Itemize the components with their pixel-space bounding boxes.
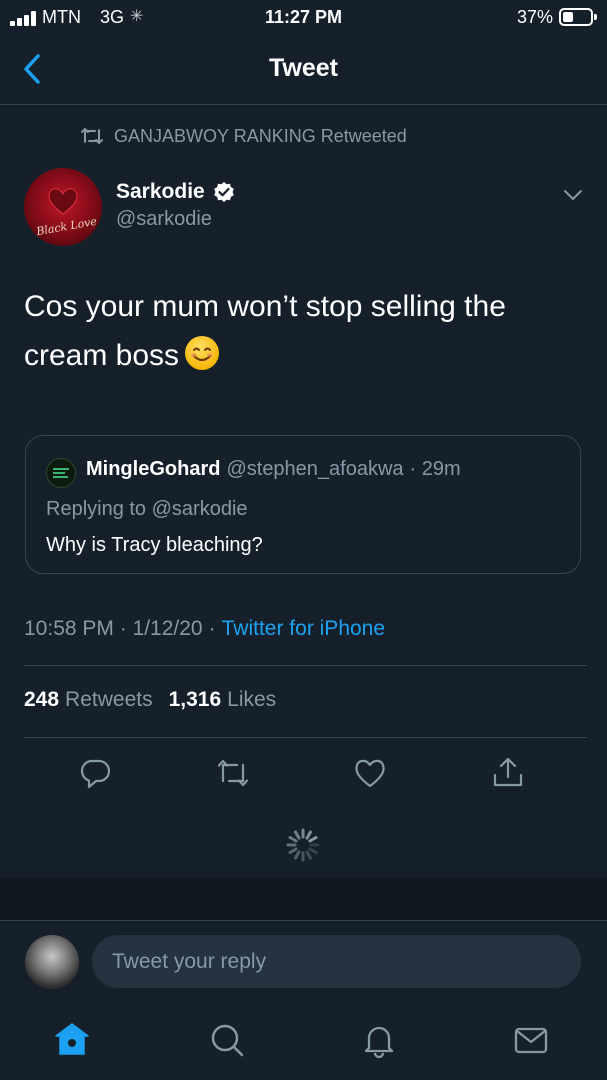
quoted-replying-to: Replying to @sarkodie — [46, 498, 248, 520]
battery-level — [563, 12, 573, 22]
header-divider — [0, 104, 607, 105]
battery-icon — [559, 8, 597, 26]
heart-artwork — [48, 188, 78, 215]
stats-divider — [24, 737, 587, 738]
tweet-stats: 248 Retweets 1,316 Likes — [24, 688, 276, 712]
tweet-source-link[interactable]: Twitter for iPhone — [222, 617, 385, 641]
loading-spinner-icon — [285, 827, 321, 863]
notifications-icon — [364, 1026, 394, 1059]
section-separator — [0, 878, 607, 920]
share-button[interactable] — [490, 755, 526, 791]
tweet-timestamp: 10:58 PM · 1/12/20 — [24, 617, 203, 640]
tweet-text: Cos your mum won’t stop selling the crea… — [24, 282, 584, 380]
share-icon — [493, 757, 523, 787]
quoted-tweet[interactable]: MingleGohard @stephen_afoakwa · 29m Repl… — [25, 435, 581, 574]
home-icon — [55, 1023, 89, 1055]
status-time: 11:27 PM — [264, 7, 343, 27]
messages-icon — [514, 1027, 548, 1054]
tweet-body: Cos your mum won’t stop selling the crea… — [24, 290, 506, 372]
quoted-author-row: MingleGohard @stephen_afoakwa · 29m — [86, 458, 461, 481]
retweets-label[interactable]: Retweets — [65, 688, 153, 712]
retweet-icon — [81, 128, 103, 144]
retweets-count[interactable]: 248 — [24, 688, 59, 712]
tweet-meta: 10:58 PM · 1/12/20 · Twitter for iPhone — [24, 617, 385, 641]
smiling-face-emoji — [185, 336, 220, 370]
page-title: Tweet — [269, 54, 338, 82]
likes-count[interactable]: 1,316 — [169, 688, 222, 712]
retweet-context-text: GANJABWOY RANKING Retweeted — [114, 125, 407, 146]
like-button[interactable] — [352, 755, 388, 791]
reply-icon — [80, 759, 111, 789]
tab-home[interactable] — [52, 1020, 92, 1060]
tab-messages[interactable] — [511, 1020, 551, 1060]
quoted-author-avatar — [46, 458, 76, 488]
battery-percent: 37% — [517, 7, 554, 27]
my-avatar[interactable] — [25, 935, 79, 989]
author-avatar[interactable]: Black Love — [24, 168, 102, 246]
chevron-down-icon — [564, 190, 582, 200]
search-icon — [211, 1024, 244, 1057]
retweet-context[interactable]: GANJABWOY RANKING Retweeted — [80, 124, 407, 148]
status-bar: MTN 3G ✳ 11:27 PM 37% — [0, 0, 607, 36]
author-handle[interactable]: @sarkodie — [116, 208, 212, 231]
author-name: Sarkodie — [116, 180, 205, 203]
like-icon — [355, 759, 385, 788]
likes-label[interactable]: Likes — [227, 688, 276, 712]
verified-badge-icon — [213, 182, 234, 202]
meta-divider — [24, 665, 587, 666]
reply-bar-divider — [0, 920, 607, 921]
quoted-author-handle: @stephen_afoakwa — [226, 458, 404, 480]
avatar-caption: Black Love — [35, 214, 98, 239]
retweet-icon — [217, 759, 249, 787]
tweet-options-button[interactable] — [560, 184, 586, 206]
retweet-button[interactable] — [215, 755, 251, 791]
reply-input[interactable] — [92, 935, 581, 988]
reply-button[interactable] — [77, 755, 113, 791]
quoted-tweet-text: Why is Tracy bleaching? — [46, 534, 263, 556]
quoted-author-name: MingleGohard — [86, 458, 221, 480]
tab-notifications[interactable] — [359, 1020, 399, 1060]
author-name-row[interactable]: Sarkodie — [116, 180, 235, 204]
meta-separator: · — [208, 617, 216, 640]
tab-search[interactable] — [207, 1020, 247, 1060]
quoted-tweet-age: · 29m — [409, 458, 461, 480]
